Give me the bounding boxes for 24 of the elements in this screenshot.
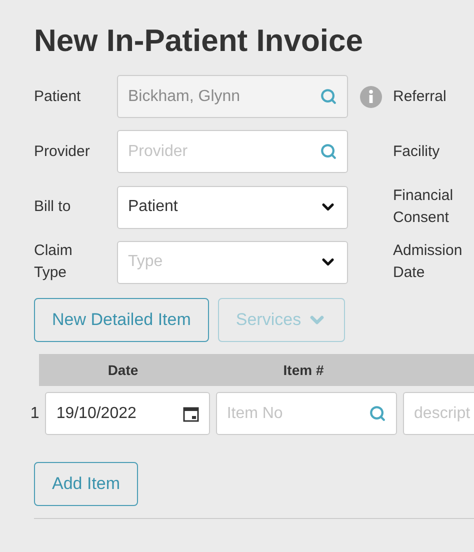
action-button[interactable]: New Detailed Item <box>34 298 209 342</box>
search-icon[interactable] <box>320 143 337 160</box>
select-field[interactable]: Type <box>117 240 348 284</box>
field-label: Patient <box>34 86 82 107</box>
add-item-button[interactable]: Add Item <box>34 462 138 506</box>
page-title: New In-Patient Invoice <box>34 22 364 60</box>
field-label: Referral <box>393 86 448 107</box>
date-field[interactable]: 19/10/2022 <box>45 392 210 436</box>
search-field[interactable]: Provider <box>117 130 348 174</box>
search-icon[interactable] <box>369 405 386 422</box>
select-field[interactable]: Patient <box>117 186 348 229</box>
field-label: Admission Date <box>393 241 464 284</box>
field-label: Financial Consent <box>393 186 454 228</box>
description-field[interactable]: descript <box>403 392 474 436</box>
calendar-icon[interactable] <box>182 406 199 422</box>
column-header: Date <box>106 362 140 378</box>
field-label: Bill to <box>34 197 72 218</box>
item-field[interactable]: Item No <box>216 392 398 436</box>
info-icon[interactable] <box>360 86 382 108</box>
field-label: Claim Type <box>34 241 74 284</box>
field-label: Facility <box>393 142 441 162</box>
field-label: Provider <box>34 142 91 162</box>
column-header: Item # <box>282 362 325 378</box>
row-number: 1 <box>29 404 40 423</box>
